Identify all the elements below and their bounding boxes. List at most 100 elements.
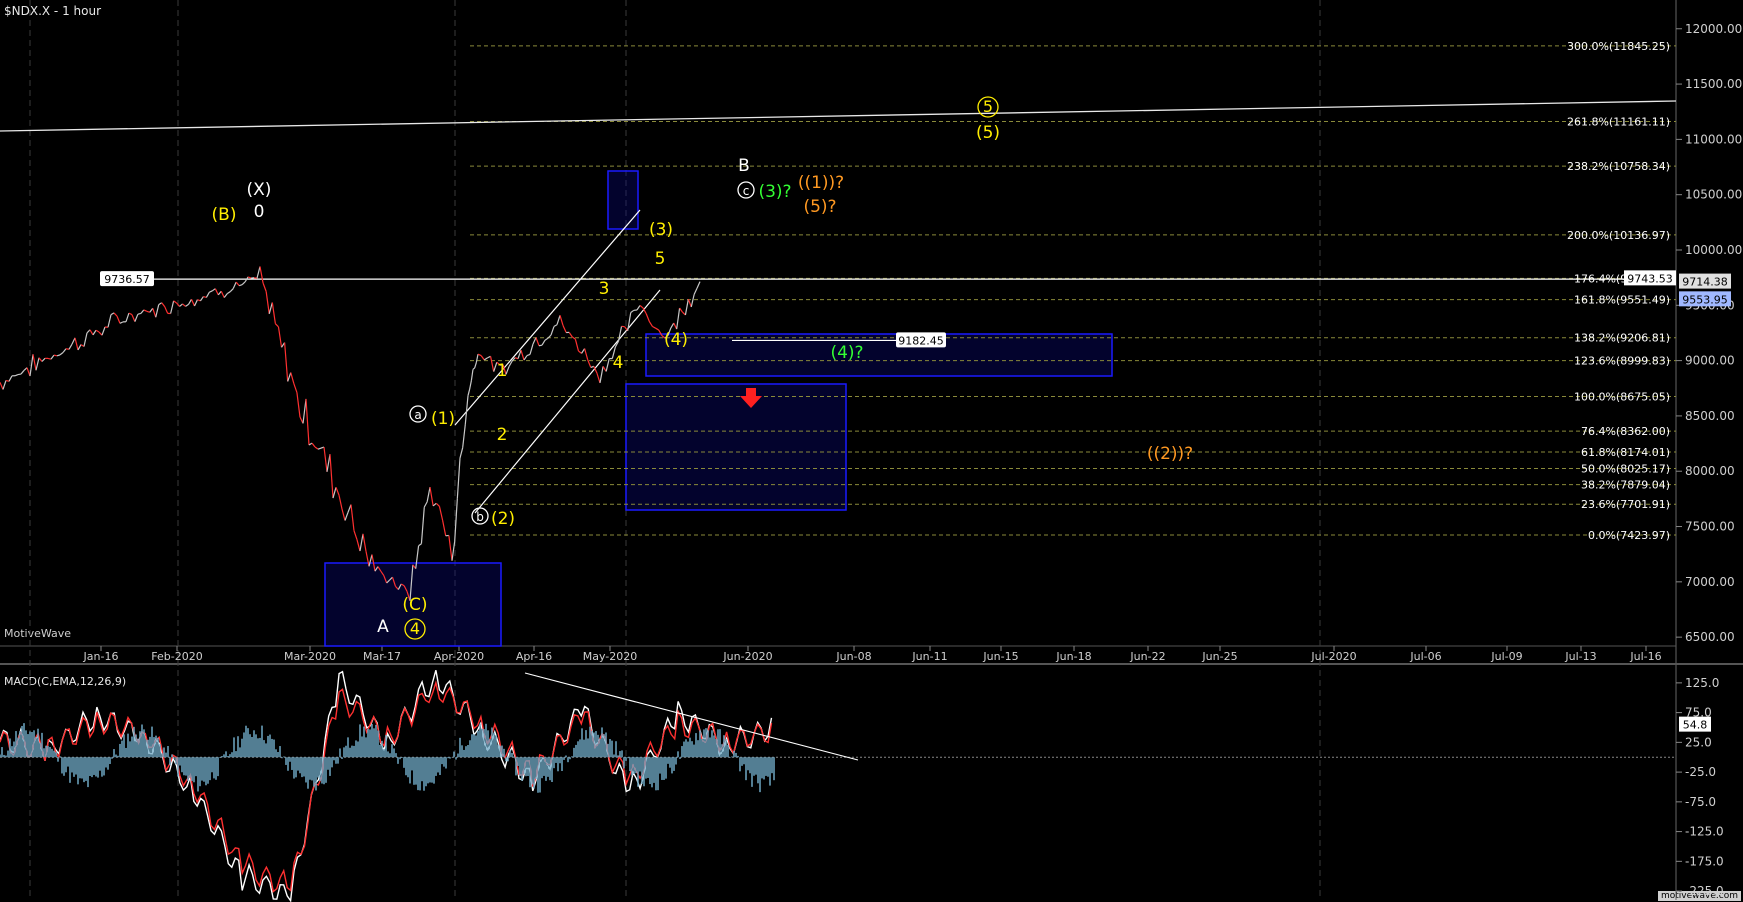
price-bar — [197, 299, 201, 302]
price-bar — [232, 281, 237, 289]
price-bar — [420, 507, 425, 544]
price-bar — [274, 323, 279, 328]
fib-level-label: 38.2%(7879.04) — [1581, 479, 1670, 492]
fib-level-label: 300.0%(11845.25) — [1567, 40, 1670, 53]
price-bar — [193, 299, 198, 307]
price-tick-label: 8000.00 — [1685, 464, 1735, 478]
wave-label: 5 — [983, 97, 993, 116]
price-bar — [475, 354, 479, 363]
macd-tick-label: 125.0 — [1685, 676, 1719, 690]
price-bar — [152, 308, 157, 318]
fib-level-label: 238.2%(10758.34) — [1567, 160, 1670, 173]
price-bar — [32, 354, 37, 371]
fib-level-label: 161.8%(9551.49) — [1574, 294, 1670, 307]
price-bar — [532, 337, 537, 345]
date-tick-label: Jun-25 — [1201, 650, 1237, 663]
hline-label: 9182.45 — [898, 334, 944, 347]
price-bar — [205, 291, 210, 298]
price-bar — [535, 337, 540, 346]
price-bar — [137, 312, 141, 315]
price-bar — [418, 543, 422, 547]
price-bar — [329, 454, 334, 499]
price-bar — [62, 348, 67, 353]
target-zone-box — [625, 383, 847, 511]
wave-label: (B) — [212, 205, 237, 225]
price-bar — [353, 530, 358, 540]
wave-label: 2 — [497, 425, 508, 445]
date-tick-label: Jan-16 — [83, 650, 119, 663]
price-bar — [526, 353, 531, 357]
price-bar — [423, 501, 428, 508]
price-bar — [229, 288, 234, 293]
price-bar — [119, 321, 124, 324]
wave-label: (2) — [491, 509, 515, 529]
price-tick-label: 10000.00 — [1685, 243, 1742, 257]
price-bar — [8, 375, 13, 382]
date-tick-label: Jun-2020 — [722, 650, 772, 663]
price-bar — [134, 313, 139, 322]
price-bar — [125, 312, 130, 322]
price-bar — [217, 290, 222, 296]
price-bar — [155, 304, 160, 318]
price-bar — [326, 454, 331, 472]
date-tick-label: Apr-2020 — [434, 650, 484, 663]
price-bar — [0, 382, 4, 390]
price-bar — [68, 343, 73, 350]
price-bar — [335, 487, 340, 496]
price-bar — [571, 336, 576, 340]
wave-label: (5) — [976, 123, 1000, 143]
wave-label: (1) — [431, 409, 455, 429]
price-chart[interactable]: Jan-16 Feb-2020 Mar-2020 Mar-17 Apr-2020 Apr-… — [0, 0, 1743, 902]
price-bar — [170, 300, 175, 314]
wave-label: (4) — [664, 330, 688, 350]
target-zone-box — [607, 170, 639, 230]
price-bar — [679, 307, 683, 313]
price-bar — [627, 312, 632, 331]
price-bar — [648, 321, 654, 327]
wave-label: 0 — [254, 202, 265, 222]
macd-tick-label: -75.0 — [1685, 795, 1716, 809]
price-bar — [426, 487, 431, 502]
price-bar — [214, 288, 219, 296]
price-bar — [262, 282, 267, 292]
price-bar — [362, 533, 367, 552]
wave-label: (5)? — [803, 197, 836, 217]
price-bar — [284, 342, 289, 382]
fib-level-label: 138.2%(9206.81) — [1574, 332, 1670, 345]
price-bar — [317, 447, 322, 450]
date-tick-label: Apr-16 — [516, 650, 552, 663]
date-tick-label: Feb-2020 — [151, 650, 202, 663]
price-bar — [101, 326, 106, 336]
wave-label: 1 — [497, 361, 508, 381]
price-bar — [477, 353, 482, 357]
date-tick-label: Jul-16 — [1629, 650, 1661, 663]
price-bar — [65, 348, 70, 350]
date-tick-label: Jul-06 — [1409, 650, 1441, 663]
price-bar — [287, 372, 292, 382]
price-bar — [182, 303, 186, 307]
price-bar — [451, 541, 456, 561]
price-bar — [238, 284, 243, 287]
price-bar — [107, 314, 112, 328]
price-bar — [590, 365, 595, 369]
fib-hline-label: 9743.53 — [1627, 272, 1673, 285]
price-tick-label: 11000.00 — [1685, 132, 1742, 146]
price-bar — [645, 313, 650, 322]
price-bar — [311, 442, 316, 448]
price-bar — [568, 332, 573, 338]
price-bar — [559, 315, 564, 326]
macd-current-value: 54.8 — [1683, 719, 1708, 732]
price-bar — [199, 296, 204, 302]
price-bar — [448, 535, 453, 561]
price-bar — [584, 348, 589, 360]
price-tick-label: 10500.00 — [1685, 188, 1742, 202]
price-bar — [158, 302, 163, 306]
price-bar — [235, 281, 240, 287]
price-bar — [83, 332, 88, 347]
price-bar — [95, 329, 100, 333]
price-bar — [602, 366, 607, 372]
fib-level-label: 261.8%(11161.11) — [1567, 116, 1670, 129]
wave-label: ((1))? — [798, 173, 844, 193]
date-tick-label: Jun-18 — [1055, 650, 1091, 663]
price-bar — [149, 307, 154, 313]
